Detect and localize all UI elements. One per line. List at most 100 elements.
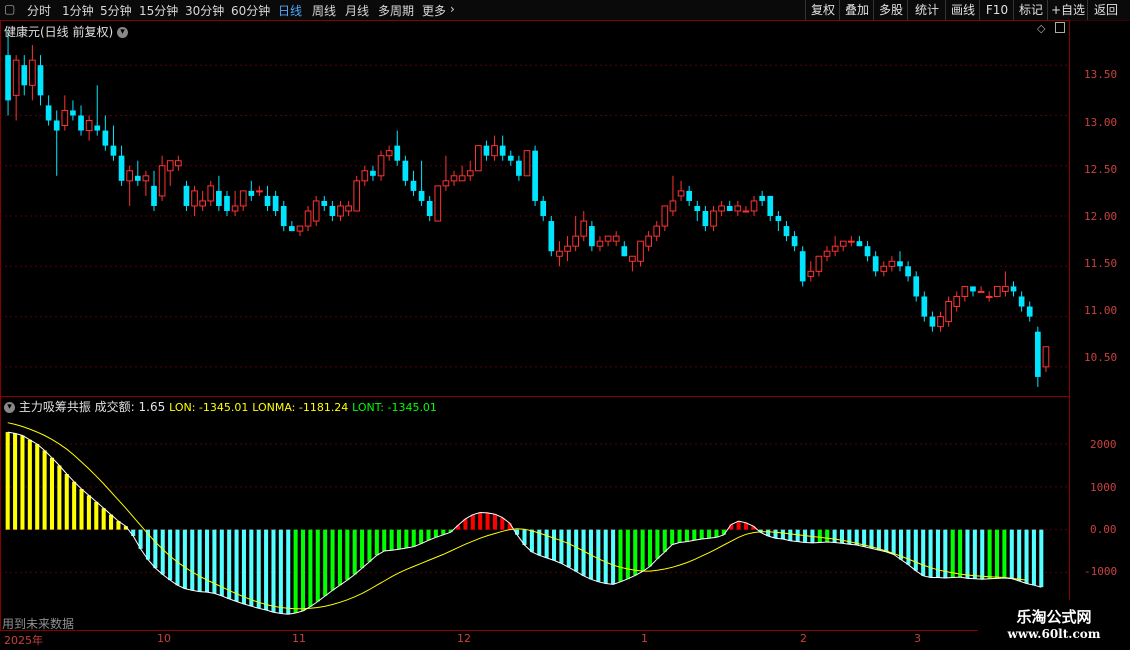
x-tick-label: 12 — [457, 632, 471, 645]
lon-line — [7, 431, 1042, 615]
candle — [718, 200, 725, 217]
candle-body — [142, 175, 150, 182]
candle — [556, 241, 563, 267]
y-tick-label: 10.50 — [1084, 351, 1118, 364]
candle-body — [239, 190, 247, 207]
candle-body — [839, 240, 847, 247]
candle — [734, 200, 742, 217]
candle — [1026, 301, 1033, 322]
candle — [239, 190, 247, 211]
y-tick-label: 13.00 — [1084, 116, 1118, 129]
candle — [953, 291, 961, 312]
y-tick-label: 11.00 — [1084, 304, 1118, 317]
candle-body — [248, 190, 255, 196]
candle-body — [726, 205, 733, 211]
indicator-bar — [190, 529, 195, 591]
candle-body — [532, 150, 538, 201]
indicator-bar — [109, 514, 114, 530]
indicator-bar — [94, 501, 99, 530]
indicator-bar — [1017, 529, 1022, 581]
candle-body — [767, 195, 774, 217]
candle-body — [677, 190, 685, 197]
candle-body — [216, 190, 222, 206]
candle-body — [394, 145, 401, 161]
indicator-bar — [153, 529, 158, 569]
candle — [791, 231, 798, 252]
candle-body — [466, 170, 474, 177]
indicator-bar — [559, 529, 564, 564]
candle-body — [402, 160, 409, 181]
candle-body — [304, 210, 312, 227]
x-tick-label: 11 — [292, 632, 306, 645]
candle-body — [856, 241, 863, 247]
chart-canvas[interactable] — [0, 0, 1130, 650]
watermark: 乐淘公式网 www.60lt.com — [978, 600, 1130, 650]
candle-body — [134, 175, 141, 181]
indicator-bar — [921, 529, 926, 576]
volume-value: 成交额: 1.65 — [94, 400, 166, 414]
candle — [921, 291, 928, 322]
candle-body — [361, 170, 369, 182]
candle — [1002, 271, 1009, 297]
candle — [961, 285, 969, 302]
candle — [134, 160, 141, 186]
candle — [523, 150, 531, 177]
candle — [458, 165, 466, 182]
candle-body — [985, 295, 993, 298]
candle-body — [799, 251, 806, 282]
indicator-bar — [389, 529, 394, 551]
x-tick-label: 10 — [157, 632, 171, 645]
indicator-bar — [958, 529, 963, 578]
indicator-bar — [337, 529, 342, 586]
candle-body — [78, 115, 84, 131]
candle-body — [102, 130, 109, 146]
candle-body — [564, 245, 571, 252]
candle — [507, 150, 514, 166]
candle — [653, 221, 661, 242]
candle-body — [669, 200, 677, 212]
window-toggle-icon[interactable] — [1055, 22, 1065, 33]
candle-body — [491, 145, 498, 157]
candle — [516, 155, 522, 181]
indicator-bar — [707, 529, 712, 539]
candle-body — [118, 155, 125, 181]
candle — [645, 231, 652, 252]
candle-body — [5, 55, 11, 101]
candle — [993, 285, 1001, 297]
candle — [532, 145, 538, 206]
indicator-bar — [308, 529, 313, 607]
candle — [207, 180, 215, 206]
candle — [410, 170, 417, 196]
indicator-bar — [714, 529, 719, 538]
candle — [385, 145, 393, 161]
indicator-bar — [35, 444, 40, 530]
indicator-bar — [485, 512, 490, 530]
candle — [596, 236, 604, 252]
candle — [669, 175, 677, 217]
indicator-bar — [264, 529, 269, 611]
candle-body — [815, 255, 823, 272]
indicator-bar — [603, 529, 608, 584]
indicator-bar — [869, 529, 874, 549]
candle-body — [872, 256, 879, 272]
diamond-icon[interactable]: ◇ — [1037, 22, 1045, 35]
indicator-bar — [647, 529, 653, 567]
indicator-bar — [972, 529, 977, 579]
candle — [256, 185, 263, 196]
candle — [1010, 281, 1017, 297]
candle — [216, 175, 222, 211]
chevron-down-icon[interactable]: ▾ — [117, 27, 129, 38]
candle-body — [1002, 285, 1009, 292]
candle — [540, 195, 547, 222]
candle-body — [548, 221, 555, 252]
indicator-bar — [234, 529, 239, 602]
candle — [483, 140, 490, 161]
candle-body — [231, 205, 239, 212]
candle-body — [734, 205, 742, 212]
indicator-bar — [227, 529, 232, 599]
candle — [913, 271, 920, 302]
candle — [945, 296, 952, 327]
indicator-bar — [780, 529, 785, 540]
candle-body — [53, 120, 60, 131]
chevron-down-icon[interactable]: ▾ — [4, 402, 15, 413]
